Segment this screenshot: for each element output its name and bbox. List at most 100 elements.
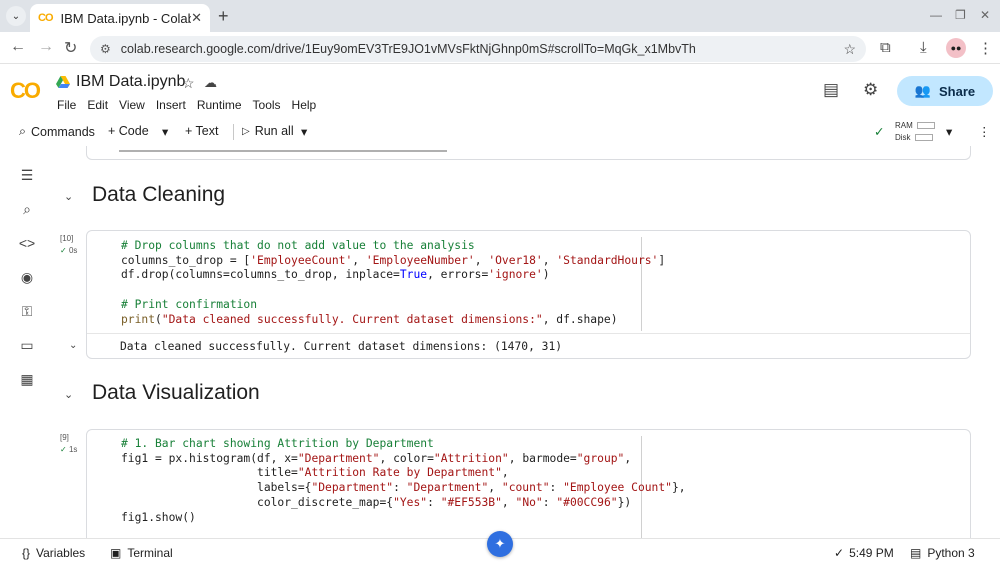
caret-down-icon: ▾	[162, 125, 169, 139]
menu-bar: File Edit View Insert Runtime Tools Help	[57, 98, 327, 112]
menu-tools[interactable]: Tools	[253, 98, 281, 112]
extensions-icon[interactable]: ⧉	[880, 39, 891, 56]
forward-icon[interactable]: →	[38, 38, 54, 56]
bookmark-star-icon[interactable]: ☆	[843, 41, 856, 58]
data-table-icon[interactable]: ▦	[18, 370, 36, 388]
execution-indicator: [9] ✓ 1s	[60, 433, 77, 454]
code-editor[interactable]: # 1. Bar chart showing Attrition by Depa…	[121, 437, 686, 525]
add-text-button[interactable]: + Text	[185, 124, 218, 138]
run-all-label: Run all	[254, 124, 294, 138]
runtime-label: Python 3	[927, 546, 975, 560]
code-cell[interactable]: # Drop columns that do not add value to …	[69, 230, 971, 359]
download-icon[interactable]: ⤓	[920, 39, 927, 56]
check-icon: ✓	[834, 546, 845, 560]
close-window-icon[interactable]: ✕	[980, 8, 990, 22]
ram-label: RAM	[895, 121, 913, 130]
minimize-icon[interactable]: —	[930, 8, 942, 22]
execution-count: [10]	[60, 234, 74, 243]
runtime-dropdown[interactable]: ▾	[946, 124, 952, 139]
terminal-icon: ▣	[110, 546, 122, 560]
site-info-icon[interactable]: ⚙	[100, 42, 111, 56]
section-data-cleaning: ⌄ Data Cleaning	[50, 180, 990, 214]
code-editor[interactable]: # Drop columns that do not add value to …	[121, 239, 665, 327]
collapse-chevron-icon[interactable]: ⌄	[64, 388, 73, 401]
restore-icon[interactable]: ❐	[955, 8, 966, 22]
notebook-title[interactable]: IBM Data.ipynb	[76, 73, 185, 91]
comments-icon[interactable]: ▤	[823, 80, 839, 100]
commands-label: Commands	[31, 124, 95, 139]
find-replace-icon[interactable]: ⌕	[18, 200, 36, 218]
files-folder-icon[interactable]: ▭	[18, 336, 36, 354]
search-icon: ⌕	[19, 124, 27, 138]
colab-logo[interactable]: CO	[10, 78, 41, 104]
runtime-info[interactable]: ▤ Python 3	[910, 546, 975, 560]
execution-time: 1s	[68, 445, 78, 454]
browser-toolbar: ← → ↻ ⚙ colab.research.google.com/drive/…	[0, 32, 1000, 64]
variables-inspector-icon[interactable]: ◉	[18, 268, 36, 286]
caret-down-icon: ▾	[301, 125, 308, 139]
menu-insert[interactable]: Insert	[156, 98, 186, 112]
menu-help[interactable]: Help	[292, 98, 317, 112]
code-cell[interactable]: # 1. Bar chart showing Attrition by Depa…	[86, 429, 971, 538]
terminal-button[interactable]: ▣ Terminal	[110, 546, 173, 560]
people-icon: 👥	[914, 83, 932, 98]
horizontal-scrollbar[interactable]	[119, 150, 447, 152]
play-icon: ▷	[242, 125, 250, 137]
table-of-contents-icon[interactable]: ☰	[18, 166, 36, 184]
back-icon[interactable]: ←	[10, 38, 26, 56]
settings-gear-icon[interactable]: ⚙	[863, 80, 878, 100]
execution-indicator: [10] ✓ 0s	[60, 234, 77, 255]
add-code-button[interactable]: + Code	[108, 124, 149, 138]
gemini-sparkle-button[interactable]: ✦	[487, 531, 513, 557]
left-sidebar: ☰ ⌕ <> ◉ ⚿ ▭ ▦	[0, 146, 50, 538]
add-text-label: + Text	[185, 124, 219, 138]
code-snippets-icon[interactable]: <>	[18, 234, 36, 252]
run-all-dropdown[interactable]: ▾	[301, 124, 307, 139]
new-tab-button[interactable]: +	[218, 6, 229, 27]
tab-close-icon[interactable]: ✕	[191, 10, 202, 26]
secrets-key-icon[interactable]: ⚿	[18, 302, 36, 320]
section-heading: Data Cleaning	[92, 183, 226, 206]
cloud-save-icon[interactable]: ☁	[204, 75, 217, 91]
output-text: Data cleaned successfully. Current datas…	[120, 340, 563, 353]
menu-runtime[interactable]: Runtime	[197, 98, 242, 112]
collapse-chevron-icon[interactable]: ⌄	[64, 190, 73, 203]
disk-meter	[914, 134, 933, 142]
menu-edit[interactable]: Edit	[87, 98, 108, 112]
variables-label: Variables	[36, 546, 86, 560]
profile-avatar[interactable]: ●●	[946, 38, 966, 58]
connected-check-icon: ✓	[874, 125, 885, 139]
last-run-time: 5:49 PM	[849, 546, 894, 560]
commands-button[interactable]: ⌕ Commands	[19, 124, 95, 139]
disk-label: Disk	[895, 133, 911, 142]
run-success-check-icon: ✓ 0s	[60, 246, 78, 255]
browser-tab[interactable]: CO IBM Data.ipynb - Colab ✕	[30, 4, 210, 32]
reload-icon[interactable]: ↻	[64, 38, 77, 58]
address-bar[interactable]: ⚙ colab.research.google.com/drive/1Euy9o…	[90, 36, 866, 62]
menu-view[interactable]: View	[119, 98, 145, 112]
run-all-button[interactable]: ▷ Run all	[242, 124, 294, 138]
add-code-dropdown[interactable]: ▾	[162, 124, 168, 139]
menu-file[interactable]: File	[57, 98, 76, 112]
star-notebook-icon[interactable]: ☆	[182, 75, 195, 92]
section-data-visualization: ⌄ Data Visualization	[50, 378, 990, 412]
tab-search-button[interactable]: ⌄	[6, 6, 26, 26]
run-success-check-icon: ✓ 1s	[60, 445, 78, 454]
colab-favicon-icon: CO	[38, 12, 53, 24]
colab-header: CO IBM Data.ipynb ☆ ☁ File Edit View Ins…	[0, 64, 1000, 118]
runtime-icon: ▤	[910, 546, 922, 560]
share-button[interactable]: 👥 Share	[897, 76, 993, 106]
execution-time: 0s	[68, 246, 78, 255]
execution-count: [9]	[60, 433, 69, 442]
output-collapse-icon[interactable]: ⌄	[69, 340, 77, 351]
notebook-area: ⌄ Data Cleaning # Drop columns that do n…	[50, 146, 1000, 538]
section-heading: Data Visualization	[92, 381, 260, 404]
toolbar-more-icon[interactable]: ⋮	[978, 124, 991, 139]
tab-title: IBM Data.ipynb - Colab	[60, 10, 192, 26]
chrome-menu-icon[interactable]: ⋮	[978, 39, 993, 57]
cell-output: ⌄ Data cleaned successfully. Current dat…	[69, 333, 970, 359]
add-code-label: + Code	[108, 124, 149, 138]
resource-monitor[interactable]: RAM Disk	[895, 120, 935, 144]
variables-button[interactable]: {} Variables	[22, 546, 85, 560]
last-run-status[interactable]: ✓ 5:49 PM	[834, 546, 894, 560]
